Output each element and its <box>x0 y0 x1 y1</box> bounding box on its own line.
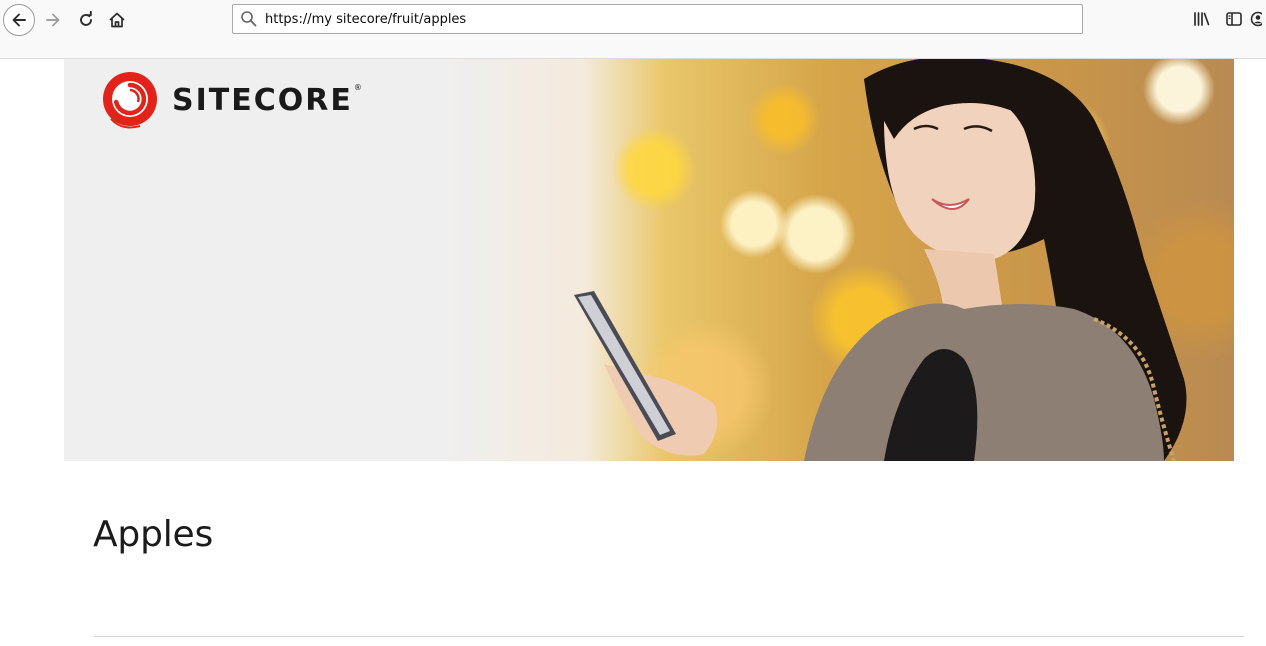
page-title: Apples <box>93 514 214 555</box>
sidebar-icon <box>1226 12 1242 26</box>
url-text[interactable]: https://my sitecore/fruit/apples <box>265 12 466 27</box>
sitecore-logo-mark-icon <box>103 72 157 129</box>
sitecore-logo-text: SITECORE® <box>172 83 362 118</box>
logo-wordmark: SITECORE <box>172 82 353 118</box>
sitecore-logo[interactable]: SITECORE® <box>102 71 362 129</box>
home-button[interactable] <box>101 4 133 36</box>
arrow-left-icon <box>12 13 26 27</box>
reload-button[interactable] <box>70 4 102 36</box>
toolbar-right-icons <box>1186 8 1266 30</box>
home-icon <box>109 12 125 28</box>
hero-banner: SITECORE® <box>64 59 1234 461</box>
browser-toolbar: https://my sitecore/fruit/apples <box>0 0 1266 59</box>
account-button[interactable] <box>1250 8 1266 30</box>
url-bar[interactable]: https://my sitecore/fruit/apples <box>232 4 1083 34</box>
arrow-right-icon <box>46 13 60 27</box>
library-icon <box>1194 12 1210 26</box>
content-divider <box>94 636 1244 637</box>
account-icon <box>1250 11 1262 27</box>
sidebar-button[interactable] <box>1218 8 1250 30</box>
library-button[interactable] <box>1186 8 1218 30</box>
back-button[interactable] <box>3 4 35 36</box>
forward-button[interactable] <box>37 4 69 36</box>
search-icon <box>234 5 264 33</box>
registered-mark: ® <box>353 82 362 92</box>
reload-icon <box>80 11 92 26</box>
